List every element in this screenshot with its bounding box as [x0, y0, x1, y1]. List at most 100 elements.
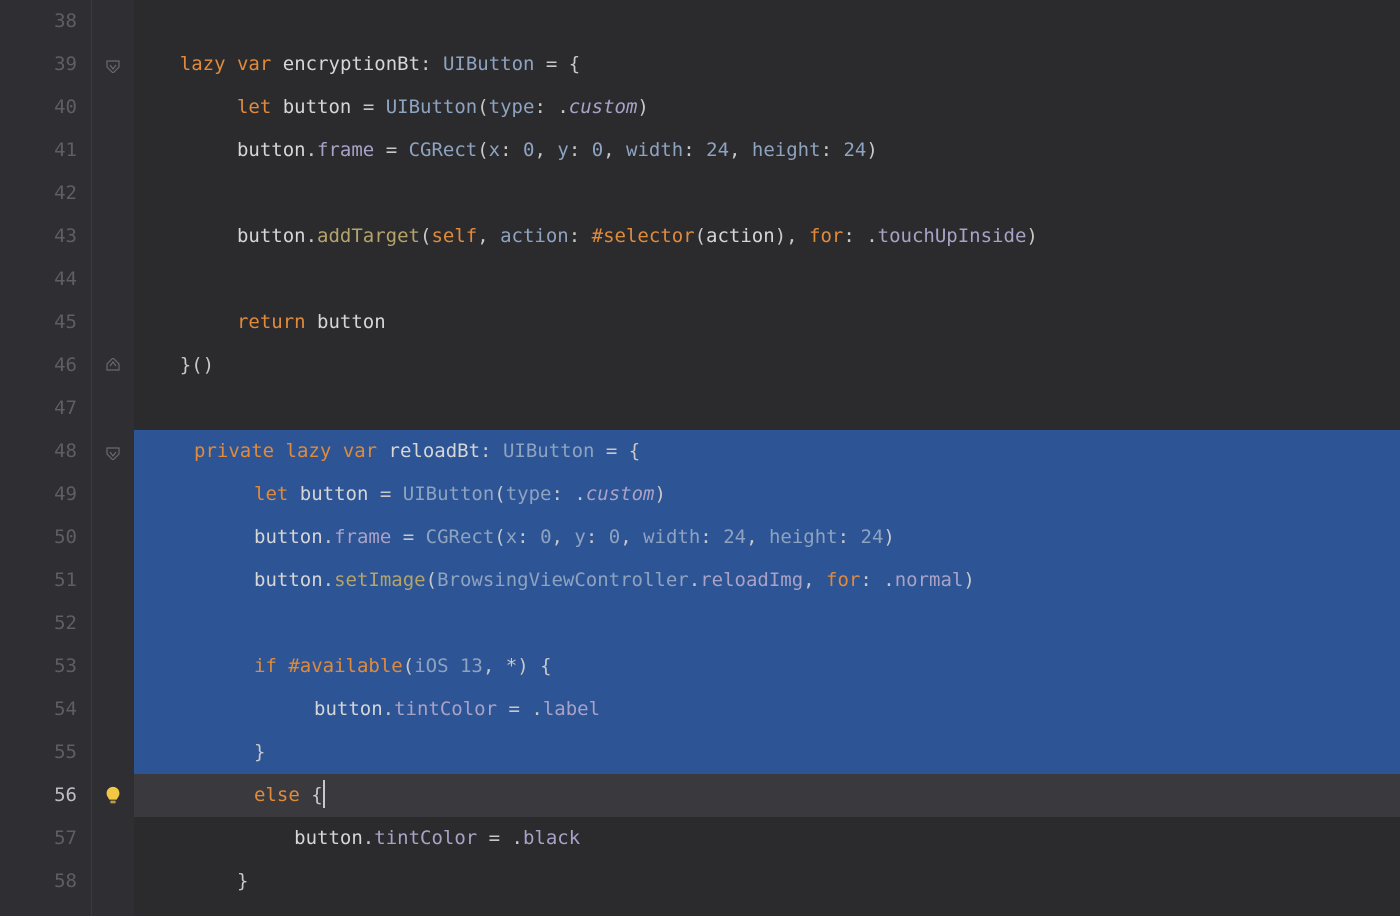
line-number[interactable]: 53 — [0, 645, 91, 688]
line-number[interactable]: 57 — [0, 817, 91, 860]
code-line[interactable]: private lazy var reloadBt: UIButton = { — [134, 430, 1400, 473]
code-line[interactable]: let button = UIButton(type: .custom) — [134, 86, 1400, 129]
lightbulb-icon[interactable] — [102, 785, 124, 807]
code-line[interactable]: return button — [134, 301, 1400, 344]
property: tintColor — [394, 698, 497, 720]
number-literal: 0 — [540, 526, 551, 548]
type-name: BrowsingViewController — [437, 569, 689, 591]
code-line[interactable] — [134, 172, 1400, 215]
code-line[interactable]: }() — [134, 344, 1400, 387]
fold-open-icon[interactable] — [105, 57, 121, 73]
code-line[interactable] — [134, 387, 1400, 430]
keyword-var: var — [343, 440, 377, 462]
line-number[interactable]: 49 — [0, 473, 91, 516]
identifier: button — [294, 827, 363, 849]
identifier: button — [300, 483, 369, 505]
fold-open-icon[interactable] — [105, 444, 121, 460]
keyword-if: if — [254, 655, 277, 677]
platform-name: iOS — [414, 655, 448, 677]
code-line[interactable] — [134, 602, 1400, 645]
line-number[interactable]: 52 — [0, 602, 91, 645]
code-line[interactable]: button.frame = CGRect(x: 0, y: 0, width:… — [134, 129, 1400, 172]
number-literal: 13 — [460, 655, 483, 677]
param-label: action — [500, 225, 569, 247]
code-line[interactable]: lazy var encryptionBt: UIButton = { — [134, 43, 1400, 86]
code-line[interactable]: button.addTarget(self, action: #selector… — [134, 215, 1400, 258]
code-line-current[interactable]: else { — [134, 774, 1400, 817]
code-line[interactable]: button.setImage(BrowsingViewController.r… — [134, 559, 1400, 602]
code-line[interactable]: } — [134, 860, 1400, 903]
param-label: type — [506, 483, 552, 505]
line-number[interactable]: 50 — [0, 516, 91, 559]
enum-case: custom — [586, 483, 655, 505]
text-cursor — [323, 780, 325, 808]
property: frame — [317, 139, 374, 161]
keyword-var: var — [237, 53, 271, 75]
code-line[interactable] — [134, 258, 1400, 301]
number-literal: 0 — [592, 139, 603, 161]
keyword-return: return — [237, 311, 306, 333]
enum-case: label — [543, 698, 600, 720]
param-label: type — [489, 96, 535, 118]
line-number[interactable]: 48 — [0, 430, 91, 473]
number-literal: 0 — [523, 139, 534, 161]
enum-case: black — [523, 827, 580, 849]
line-number[interactable]: 38 — [0, 0, 91, 43]
number-literal: 24 — [706, 139, 729, 161]
code-line[interactable]: if #available(iOS 13, *) { — [134, 645, 1400, 688]
number-literal: 0 — [609, 526, 620, 548]
line-number[interactable]: 40 — [0, 86, 91, 129]
property: frame — [334, 526, 391, 548]
selector-keyword: #selector — [592, 225, 695, 247]
line-number[interactable]: 45 — [0, 301, 91, 344]
enum-case: normal — [895, 569, 964, 591]
line-number[interactable]: 47 — [0, 387, 91, 430]
type-name: CGRect — [409, 139, 478, 161]
line-number[interactable]: 44 — [0, 258, 91, 301]
param-label: height — [769, 526, 838, 548]
line-number[interactable]: 43 — [0, 215, 91, 258]
code-line[interactable]: button.frame = CGRect(x: 0, y: 0, width:… — [134, 516, 1400, 559]
line-number[interactable]: 58 — [0, 860, 91, 903]
param-label: for — [809, 225, 843, 247]
enum-case: touchUpInside — [878, 225, 1027, 247]
type-name: UIButton — [403, 483, 495, 505]
param-label: width — [626, 139, 683, 161]
code-line[interactable] — [134, 0, 1400, 43]
type-name: UIButton — [503, 440, 595, 462]
number-literal: 24 — [843, 139, 866, 161]
line-number[interactable]: 51 — [0, 559, 91, 602]
identifier: button — [254, 526, 323, 548]
line-number[interactable]: 54 — [0, 688, 91, 731]
code-area[interactable]: lazy var encryptionBt: UIButton = { let … — [134, 0, 1400, 916]
fold-close-icon[interactable] — [105, 358, 121, 374]
type-name: CGRect — [426, 526, 495, 548]
number-literal: 24 — [723, 526, 746, 548]
available-keyword: #available — [288, 655, 402, 677]
line-number[interactable]: 39 — [0, 43, 91, 86]
keyword-else: else — [254, 784, 300, 806]
line-number[interactable]: 46 — [0, 344, 91, 387]
line-number[interactable]: 55 — [0, 731, 91, 774]
identifier: button — [314, 698, 383, 720]
method-name: setImage — [334, 569, 426, 591]
keyword-let: let — [254, 483, 288, 505]
type-name: UIButton — [386, 96, 478, 118]
identifier: reloadBt — [389, 440, 481, 462]
param-label: for — [826, 569, 860, 591]
identifier: button — [317, 311, 386, 333]
fold-gutter[interactable] — [92, 0, 134, 916]
code-line[interactable]: } — [134, 731, 1400, 774]
code-line[interactable]: let button = UIButton(type: .custom) — [134, 473, 1400, 516]
code-editor[interactable]: 38 39 40 41 42 43 44 45 46 47 48 49 50 5… — [0, 0, 1400, 916]
code-line[interactable]: button.tintColor = .label — [134, 688, 1400, 731]
identifier: encryptionBt — [283, 53, 420, 75]
line-number[interactable]: 56 — [0, 774, 91, 817]
param-label: x — [506, 526, 517, 548]
number-literal: 24 — [861, 526, 884, 548]
code-line[interactable]: button.tintColor = .black — [134, 817, 1400, 860]
line-number-gutter[interactable]: 38 39 40 41 42 43 44 45 46 47 48 49 50 5… — [0, 0, 92, 916]
line-number[interactable]: 42 — [0, 172, 91, 215]
keyword-self: self — [431, 225, 477, 247]
line-number[interactable]: 41 — [0, 129, 91, 172]
